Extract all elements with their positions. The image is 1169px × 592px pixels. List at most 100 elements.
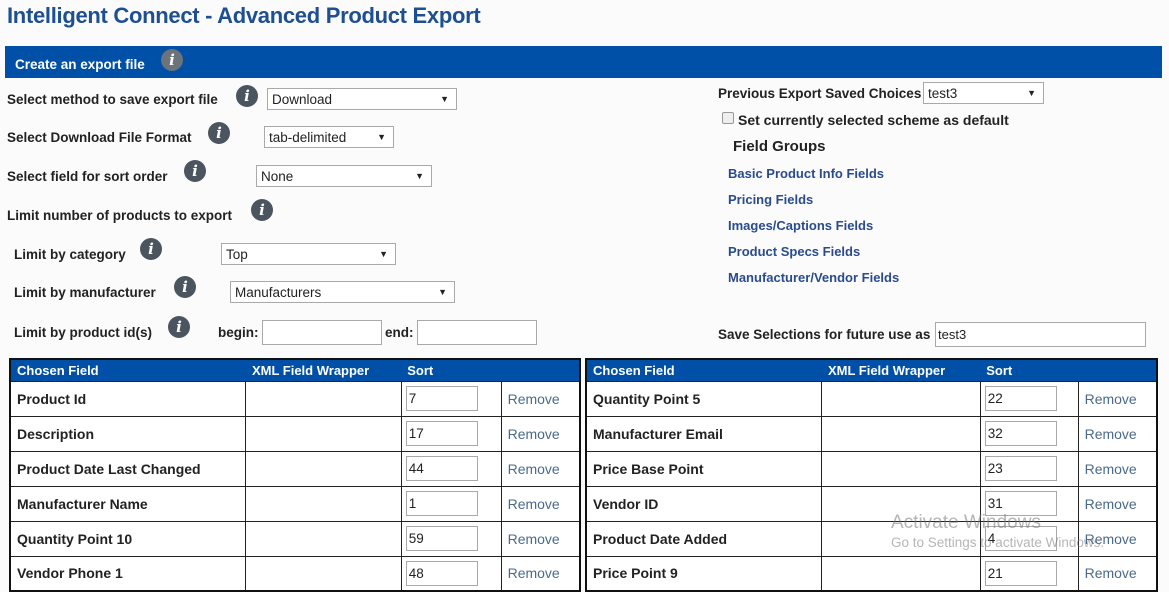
- sort-order-input[interactable]: 1: [405, 491, 478, 516]
- save-selections-input[interactable]: test3: [935, 322, 1146, 347]
- limit-heading-label: Limit number of products to export: [7, 208, 232, 223]
- sort-order-input[interactable]: 59: [405, 526, 478, 551]
- sort-cell: 31: [979, 485, 1079, 522]
- chosen-field-name: Vendor ID: [585, 485, 823, 522]
- sort-field-select[interactable]: None ▼: [256, 165, 432, 187]
- sort-order-input[interactable]: 17: [405, 421, 478, 446]
- chosen-fields-table-right: Chosen Field XML Field Wrapper Sort Quan…: [585, 358, 1158, 592]
- default-scheme-checkbox[interactable]: [722, 112, 734, 124]
- begin-id-input[interactable]: [262, 320, 382, 345]
- xml-field-wrapper[interactable]: [821, 555, 981, 592]
- table-row: Description 17 Remove: [9, 415, 581, 452]
- remove-link[interactable]: Remove: [500, 520, 581, 557]
- chosen-field-name: Product Id: [9, 380, 247, 417]
- info-icon[interactable]: i: [168, 316, 190, 338]
- remove-link[interactable]: Remove: [1077, 555, 1158, 592]
- chosen-field-name: Manufacturer Name: [9, 485, 247, 522]
- limit-category-label: Limit by category: [14, 247, 126, 262]
- info-icon[interactable]: i: [140, 238, 162, 260]
- chosen-field-name: Manufacturer Email: [585, 415, 823, 452]
- sort-cell: 32: [979, 415, 1079, 452]
- sort-field-value: None: [261, 169, 294, 184]
- sort-order-input[interactable]: 31: [984, 491, 1057, 516]
- xml-field-wrapper[interactable]: [821, 415, 981, 452]
- remove-link[interactable]: Remove: [500, 415, 581, 452]
- column-header-xml-wrapper: XML Field Wrapper: [245, 359, 402, 381]
- end-id-input[interactable]: [417, 320, 537, 345]
- sort-cell: 17: [400, 415, 502, 452]
- field-group-link-manufacturer[interactable]: Manufacturer/Vendor Fields: [728, 270, 899, 285]
- table-row: Product Date Added 4 Remove: [585, 520, 1158, 557]
- field-group-link-pricing[interactable]: Pricing Fields: [728, 192, 813, 207]
- sort-order-input[interactable]: 32: [984, 421, 1057, 446]
- xml-field-wrapper[interactable]: [821, 450, 981, 487]
- info-icon[interactable]: i: [184, 160, 206, 182]
- xml-field-wrapper[interactable]: [245, 450, 402, 487]
- sort-field-label: Select field for sort order: [7, 169, 168, 184]
- table-header-row: Chosen Field XML Field Wrapper Sort: [10, 359, 580, 381]
- chevron-down-icon: ▼: [438, 287, 447, 297]
- previous-choices-select[interactable]: test3 ▼: [923, 82, 1044, 104]
- remove-link[interactable]: Remove: [1077, 415, 1158, 452]
- xml-field-wrapper[interactable]: [821, 380, 981, 417]
- remove-link[interactable]: Remove: [1077, 485, 1158, 522]
- remove-link[interactable]: Remove: [500, 450, 581, 487]
- limit-category-select[interactable]: Top ▼: [221, 243, 396, 265]
- save-method-value: Download: [272, 92, 333, 107]
- sort-order-input[interactable]: 48: [405, 560, 478, 586]
- save-method-select[interactable]: Download ▼: [267, 88, 457, 110]
- remove-link[interactable]: Remove: [1077, 520, 1158, 557]
- xml-field-wrapper[interactable]: [245, 555, 402, 592]
- remove-link[interactable]: Remove: [500, 380, 581, 417]
- remove-link[interactable]: Remove: [1077, 380, 1158, 417]
- sort-cell: 59: [400, 520, 502, 557]
- table-row: Price Point 9 21 Remove: [585, 555, 1158, 592]
- field-group-link-images[interactable]: Images/Captions Fields: [728, 218, 873, 233]
- sort-order-input[interactable]: 23: [984, 456, 1057, 481]
- info-icon[interactable]: i: [208, 122, 230, 144]
- sort-order-input[interactable]: 22: [984, 386, 1057, 411]
- xml-field-wrapper[interactable]: [245, 520, 402, 557]
- info-icon[interactable]: i: [161, 49, 183, 71]
- save-method-label: Select method to save export file: [7, 92, 218, 107]
- file-format-select[interactable]: tab-delimited ▼: [264, 126, 394, 148]
- remove-link[interactable]: Remove: [500, 485, 581, 522]
- field-groups-title: Field Groups: [733, 138, 826, 155]
- chosen-field-name: Price Base Point: [585, 450, 823, 487]
- chevron-down-icon: ▼: [1027, 88, 1036, 98]
- xml-field-wrapper[interactable]: [821, 520, 981, 557]
- info-icon[interactable]: i: [236, 85, 258, 107]
- chosen-field-name: Quantity Point 10: [9, 520, 247, 557]
- chosen-field-name: Description: [9, 415, 247, 452]
- xml-field-wrapper[interactable]: [245, 485, 402, 522]
- sort-order-input[interactable]: 4: [984, 526, 1057, 551]
- sort-cell: 1: [400, 485, 502, 522]
- save-selections-label: Save Selections for future use as: [718, 327, 931, 342]
- previous-choices-value: test3: [928, 86, 958, 101]
- sort-order-input[interactable]: 21: [984, 560, 1057, 586]
- info-icon[interactable]: i: [174, 276, 196, 298]
- limit-manufacturer-select[interactable]: Manufacturers ▼: [230, 281, 455, 303]
- sort-cell: 44: [400, 450, 502, 487]
- table-row: Product Id 7 Remove: [9, 380, 581, 417]
- remove-link[interactable]: Remove: [500, 555, 581, 592]
- default-scheme-label: Set currently selected scheme as default: [738, 112, 1009, 128]
- info-icon[interactable]: i: [251, 199, 273, 221]
- table-row: Manufacturer Email 32 Remove: [585, 415, 1158, 452]
- chosen-field-name: Vendor Phone 1: [9, 555, 247, 592]
- field-group-link-specs[interactable]: Product Specs Fields: [728, 244, 860, 259]
- column-header-chosen-field: Chosen Field: [10, 359, 246, 381]
- file-format-label: Select Download File Format: [7, 130, 192, 145]
- xml-field-wrapper[interactable]: [245, 380, 402, 417]
- remove-link[interactable]: Remove: [1077, 450, 1158, 487]
- chosen-fields-table-left: Chosen Field XML Field Wrapper Sort Prod…: [9, 358, 581, 592]
- xml-field-wrapper[interactable]: [245, 415, 402, 452]
- chosen-field-name: Product Date Added: [585, 520, 823, 557]
- column-header-chosen-field: Chosen Field: [586, 359, 822, 381]
- xml-field-wrapper[interactable]: [821, 485, 981, 522]
- field-group-link-basic[interactable]: Basic Product Info Fields: [728, 166, 884, 181]
- sort-order-input[interactable]: 44: [405, 456, 478, 481]
- sort-order-input[interactable]: 7: [405, 386, 478, 411]
- table-row: Vendor ID 31 Remove: [585, 485, 1158, 522]
- sort-cell: 21: [979, 555, 1079, 592]
